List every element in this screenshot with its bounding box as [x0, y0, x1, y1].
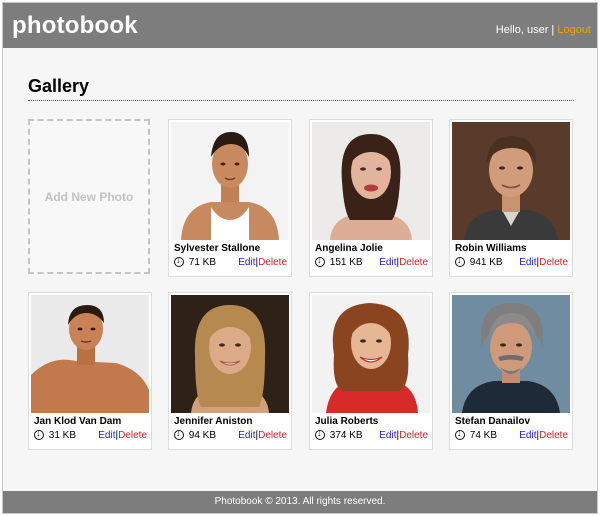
photo-thumbnail[interactable] [452, 122, 570, 240]
download-icon[interactable] [174, 255, 184, 267]
photo-thumbnail[interactable] [171, 122, 289, 240]
photo-card: Jan Klod Van Dam 31 KB Edit|Delete [28, 292, 152, 450]
edit-link[interactable]: Edit [519, 257, 536, 268]
photo-card: Stefan Danailov 74 KB Edit|Delete [449, 292, 573, 450]
edit-link[interactable]: Edit [238, 430, 255, 441]
delete-link[interactable]: Delete [258, 257, 287, 268]
photo-card: Jennifer Aniston 94 KB Edit|Delete [168, 292, 292, 450]
delete-link[interactable]: Delete [399, 257, 428, 268]
photo-meta: 941 KB Edit|Delete [455, 255, 571, 271]
photo-size: 74 KB [469, 430, 498, 441]
photo-actions: Edit|Delete [379, 430, 428, 441]
photo-name: Stefan Danailov [455, 416, 531, 427]
edit-link[interactable]: Edit [98, 430, 115, 441]
portrait-image [31, 295, 149, 413]
photo-card: Angelina Jolie 151 KB Edit|Delete [309, 119, 433, 277]
portrait-image [452, 295, 570, 413]
page-title: Gallery [28, 76, 90, 96]
photo-size: 151 KB [329, 257, 363, 268]
download-icon[interactable] [315, 255, 325, 267]
photo-thumbnail[interactable] [31, 295, 149, 413]
delete-link[interactable]: Delete [399, 430, 428, 441]
photo-meta: 151 KB Edit|Delete [315, 255, 431, 271]
photo-meta: 74 KB Edit|Delete [455, 428, 571, 444]
photo-size: 31 KB [48, 430, 77, 441]
portrait-image [171, 122, 289, 240]
add-new-photo-button[interactable]: Add New Photo [28, 119, 150, 274]
photo-thumbnail[interactable] [171, 295, 289, 413]
edit-link[interactable]: Edit [379, 257, 396, 268]
photo-actions: Edit|Delete [379, 257, 428, 268]
photo-name: Angelina Jolie [315, 243, 383, 254]
user-greeting: Hello, user [495, 24, 549, 36]
photo-meta: 374 KB Edit|Delete [315, 428, 431, 444]
photo-size: 374 KB [329, 430, 363, 441]
portrait-image [171, 295, 289, 413]
delete-link[interactable]: Delete [118, 430, 147, 441]
photo-name: Jan Klod Van Dam [34, 416, 122, 427]
photo-meta: 94 KB Edit|Delete [174, 428, 290, 444]
page-frame: photobook Hello, user | Logout Gallery A… [2, 2, 598, 514]
photo-thumbnail[interactable] [312, 122, 430, 240]
user-box: Hello, user | Logout [496, 24, 591, 36]
header-separator: | [551, 24, 555, 36]
photo-size: 71 KB [188, 257, 217, 268]
app-logo[interactable]: photobook [12, 12, 138, 40]
photo-card: Robin Williams 941 KB Edit|Delete [449, 119, 573, 277]
download-icon[interactable] [315, 428, 325, 440]
photo-card: Sylvester Stallone 71 KB Edit|Delete [168, 119, 292, 277]
photo-actions: Edit|Delete [98, 430, 147, 441]
photo-size: 941 KB [469, 257, 503, 268]
download-icon[interactable] [174, 428, 184, 440]
photo-thumbnail[interactable] [312, 295, 430, 413]
photo-name: Jennifer Aniston [174, 416, 253, 427]
title-divider [28, 100, 574, 101]
photo-name: Julia Roberts [315, 416, 379, 427]
footer: Photobook © 2013. All rights reserved. [3, 491, 597, 513]
photo-meta: 71 KB Edit|Delete [174, 255, 290, 271]
photo-actions: Edit|Delete [519, 257, 568, 268]
photo-size: 94 KB [188, 430, 217, 441]
portrait-image [452, 122, 570, 240]
delete-link[interactable]: Delete [539, 430, 568, 441]
edit-link[interactable]: Edit [519, 430, 536, 441]
photo-name: Sylvester Stallone [174, 243, 261, 254]
edit-link[interactable]: Edit [379, 430, 396, 441]
edit-link[interactable]: Edit [238, 257, 255, 268]
photo-actions: Edit|Delete [238, 430, 287, 441]
photo-name: Robin Williams [455, 243, 527, 254]
delete-link[interactable]: Delete [539, 257, 568, 268]
photo-actions: Edit|Delete [519, 430, 568, 441]
photo-meta: 31 KB Edit|Delete [34, 428, 150, 444]
photo-card: Julia Roberts 374 KB Edit|Delete [309, 292, 433, 450]
download-icon[interactable] [455, 255, 465, 267]
photo-thumbnail[interactable] [452, 295, 570, 413]
logout-link[interactable]: Logout [557, 24, 591, 36]
download-icon[interactable] [34, 428, 44, 440]
delete-link[interactable]: Delete [258, 430, 287, 441]
header-bar: photobook Hello, user | Logout [3, 3, 597, 48]
download-icon[interactable] [455, 428, 465, 440]
photo-actions: Edit|Delete [238, 257, 287, 268]
portrait-image [312, 295, 430, 413]
portrait-image [312, 122, 430, 240]
